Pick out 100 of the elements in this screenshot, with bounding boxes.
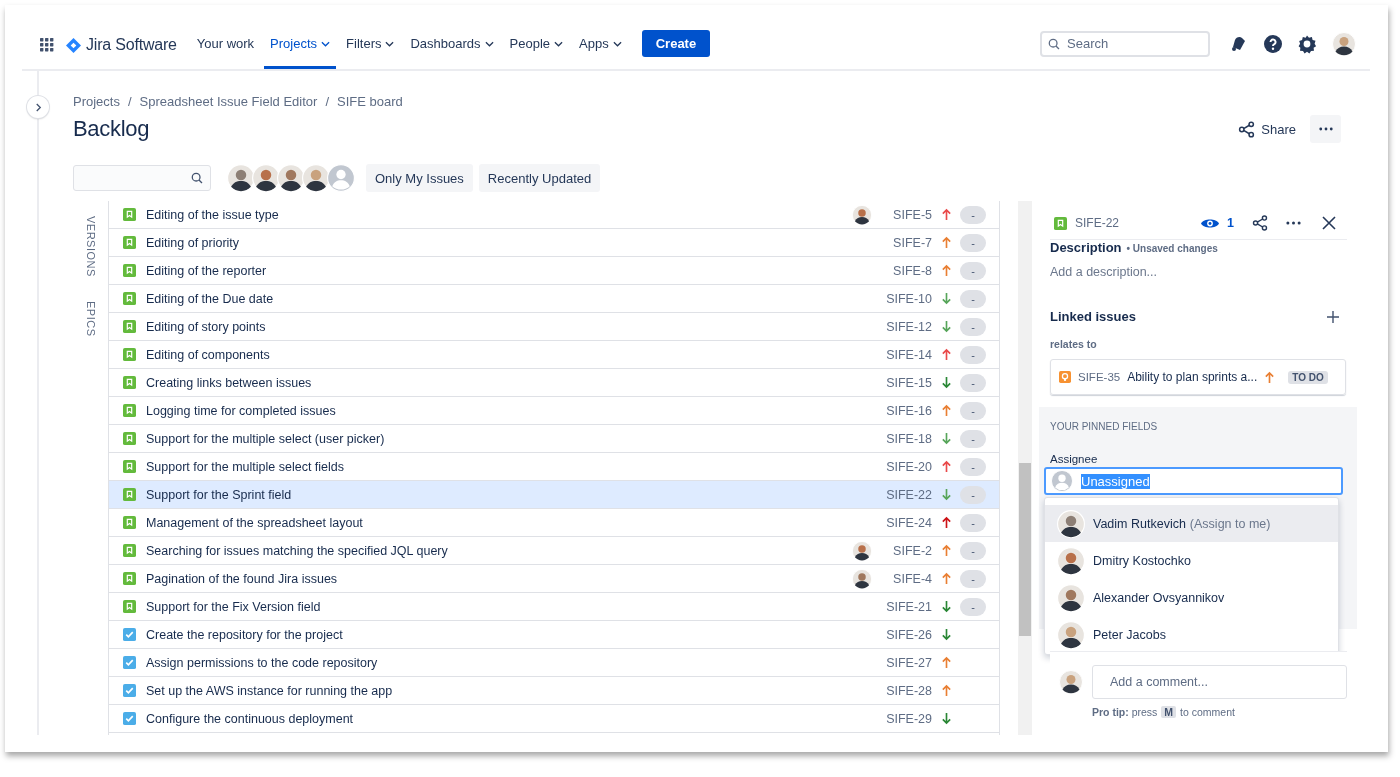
issue-key[interactable]: SIFE-15: [880, 375, 932, 390]
issue-key[interactable]: SIFE-4: [880, 571, 932, 586]
status-pill[interactable]: -: [960, 345, 986, 364]
issue-key[interactable]: SIFE-24: [880, 515, 932, 530]
status-pill[interactable]: -: [960, 261, 986, 280]
status-pill[interactable]: -: [960, 317, 986, 336]
issue-key[interactable]: SIFE-27: [880, 655, 932, 670]
quick-filter-button[interactable]: Recently Updated: [478, 164, 601, 192]
create-button[interactable]: Create: [641, 30, 711, 57]
expand-sidebar-button[interactable]: [27, 96, 49, 118]
issue-row[interactable]: Creating links between issues SIFE-15 -: [109, 369, 999, 397]
user-option[interactable]: Peter Jacobs: [1045, 616, 1338, 653]
user-option[interactable]: Vadim Rutkevich (Assign to me): [1045, 505, 1338, 542]
more-icon[interactable]: [1286, 221, 1301, 225]
issue-row[interactable]: Editing of components SIFE-14 -: [109, 341, 999, 369]
description-field[interactable]: Add a description...: [1050, 265, 1346, 279]
issue-key[interactable]: SIFE-10: [880, 291, 932, 306]
issue-key[interactable]: SIFE-8: [880, 263, 932, 278]
issue-row[interactable]: Searching for issues matching the specified JQL query SIFE-2 -: [109, 537, 999, 565]
plus-icon[interactable]: [1327, 310, 1339, 323]
nav-menu-item[interactable]: Your work: [190, 21, 261, 69]
issue-row[interactable]: Set up the AWS instance for running the app SIFE-28: [109, 677, 999, 705]
breadcrumb-link[interactable]: Spreadsheet Issue Field Editor: [139, 94, 318, 109]
status-pill[interactable]: -: [960, 373, 986, 392]
issue-row[interactable]: Editing of the issue type SIFE-5 -: [109, 201, 999, 229]
share-icon[interactable]: [1252, 215, 1268, 231]
nav-menu-item[interactable]: Filters: [340, 21, 401, 69]
avatar: [277, 164, 305, 192]
issue-key[interactable]: SIFE-16: [880, 403, 932, 418]
issue-row[interactable]: Editing of priority SIFE-7 -: [109, 229, 999, 257]
issue-row[interactable]: Support for the multiple select (user picker) SIFE-18 -: [109, 425, 999, 453]
comment-field[interactable]: Add a comment...: [1092, 665, 1347, 699]
issue-row[interactable]: Support for the Sprint field SIFE-22 -: [109, 481, 999, 509]
issue-summary: Assign permissions to the code repository: [146, 655, 379, 670]
search-icon: [191, 172, 203, 184]
status-pill[interactable]: -: [960, 289, 986, 308]
status-pill[interactable]: -: [960, 513, 986, 532]
issue-key[interactable]: SIFE-20: [880, 459, 932, 474]
side-tab[interactable]: VERSIONS: [84, 216, 97, 277]
avatar: [852, 540, 872, 561]
user-option[interactable]: Alexander Ovsyannikov: [1045, 579, 1338, 616]
issue-row[interactable]: Support for the Fix Version field SIFE-21 -: [109, 593, 999, 621]
help-icon[interactable]: [1263, 33, 1283, 54]
issue-key[interactable]: SIFE-12: [880, 319, 932, 334]
status-pill[interactable]: -: [960, 569, 986, 588]
nav-menu-item[interactable]: Apps: [573, 21, 628, 69]
close-icon[interactable]: [1321, 215, 1337, 231]
issue-row[interactable]: Management of the spreadsheet layout SIFE-24 -: [109, 509, 999, 537]
issue-row[interactable]: Editing of the reporter SIFE-8 -: [109, 257, 999, 285]
status-pill[interactable]: -: [960, 233, 986, 252]
issue-key[interactable]: SIFE-21: [880, 599, 932, 614]
status-pill[interactable]: -: [960, 205, 986, 224]
issue-row[interactable]: Logging time for completed issues SIFE-16 -: [109, 397, 999, 425]
search-field[interactable]: [73, 165, 211, 191]
issue-row[interactable]: Editing of story points SIFE-12 -: [109, 313, 999, 341]
status-pill[interactable]: -: [960, 541, 986, 560]
issue-key[interactable]: SIFE-29: [880, 711, 932, 726]
avatar: [1057, 509, 1085, 538]
issue-row[interactable]: Assign permissions to the code repository SIFE-27: [109, 649, 999, 677]
status-pill[interactable]: -: [960, 457, 986, 476]
nav-menu-item[interactable]: People: [503, 21, 570, 69]
nav-menu-item[interactable]: Dashboards: [404, 21, 500, 69]
issue-key[interactable]: SIFE-18: [880, 431, 932, 446]
side-tab[interactable]: EPICS: [84, 300, 97, 337]
avatar: [1057, 546, 1085, 575]
linked-issue-card[interactable]: SIFE-35 Ability to plan sprints a... TO DO: [1050, 359, 1346, 395]
nav-menu-item[interactable]: Projects: [264, 21, 337, 69]
app-switcher-icon[interactable]: [40, 38, 54, 52]
avatar: [852, 204, 872, 225]
issue-row[interactable]: Editing of the Due date SIFE-10 -: [109, 285, 999, 313]
issue-key[interactable]: SIFE-7: [880, 235, 932, 250]
issue-key[interactable]: SIFE-5: [880, 207, 932, 222]
issue-key[interactable]: SIFE-22: [880, 487, 932, 502]
issue-row[interactable]: Pagination of the found Jira issues SIFE-4 -: [109, 565, 999, 593]
breadcrumb-link[interactable]: SIFE board: [337, 94, 403, 109]
issue-key[interactable]: SIFE-26: [880, 627, 932, 642]
status-pill[interactable]: -: [960, 485, 986, 504]
eye-icon[interactable]: [1201, 216, 1220, 230]
issue-key[interactable]: SIFE-22: [1075, 216, 1119, 230]
settings-icon[interactable]: [1297, 33, 1317, 54]
breadcrumb-link[interactable]: Projects: [73, 94, 120, 109]
issue-key[interactable]: SIFE-35: [1078, 371, 1121, 383]
quick-filter-button[interactable]: Only My Issues: [366, 164, 473, 192]
share-button[interactable]: Share: [1238, 120, 1296, 138]
issue-row[interactable]: Create the repository for the project SIFE-26: [109, 621, 999, 649]
user-placeholder-icon: [1051, 470, 1073, 492]
issue-key[interactable]: SIFE-14: [880, 347, 932, 362]
issue-key[interactable]: SIFE-28: [880, 683, 932, 698]
scrollbar[interactable]: [1018, 201, 1032, 735]
user-option[interactable]: Dmitry Kostochko: [1045, 542, 1338, 579]
chevron-down-icon: [612, 40, 622, 47]
status-pill[interactable]: -: [960, 401, 986, 420]
avatar: [1332, 31, 1356, 56]
status-pill[interactable]: -: [960, 429, 986, 448]
product-name[interactable]: Jira Software: [86, 36, 177, 54]
issue-row[interactable]: Configure the continuous deployment SIFE-29: [109, 705, 999, 733]
issue-key[interactable]: SIFE-2: [880, 543, 932, 558]
status-pill[interactable]: -: [960, 597, 986, 616]
share-icon: [1238, 120, 1256, 138]
search-field[interactable]: Search: [1040, 30, 1210, 57]
